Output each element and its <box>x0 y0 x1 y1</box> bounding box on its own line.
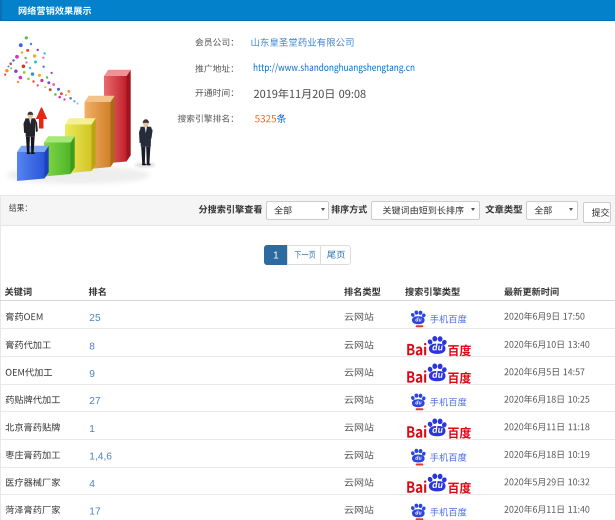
svg-text:17: 17 <box>89 506 101 517</box>
svg-text:25: 25 <box>89 313 101 324</box>
svg-text:27: 27 <box>89 396 101 407</box>
svg-text:1: 1 <box>89 424 95 435</box>
svg-text:9: 9 <box>89 369 95 380</box>
svg-text:1,4,6: 1,4,6 <box>89 452 112 463</box>
svg-text:8: 8 <box>89 341 95 352</box>
svg-text:1: 1 <box>273 251 279 262</box>
svg-text:4: 4 <box>89 479 95 490</box>
